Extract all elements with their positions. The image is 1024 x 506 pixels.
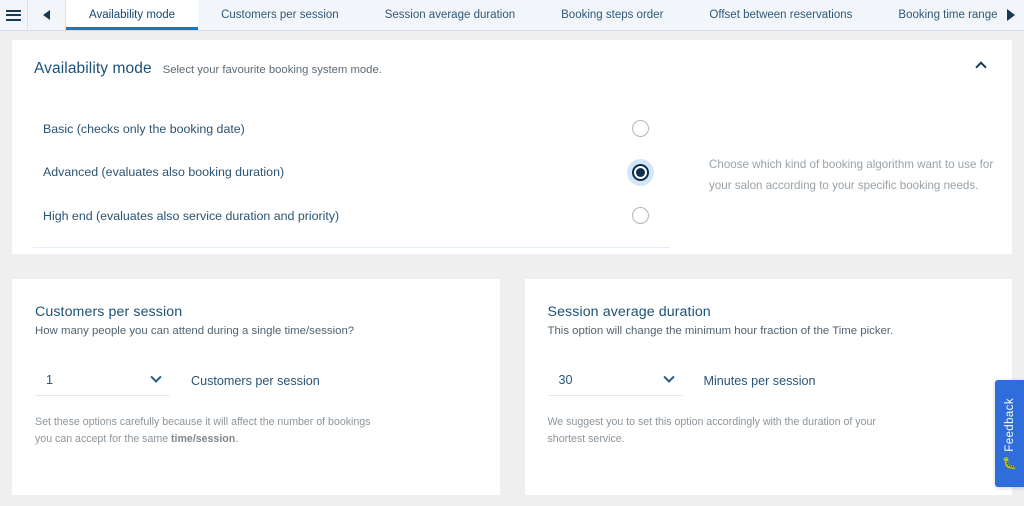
- tab-label: Session average duration: [384, 9, 516, 21]
- scroll-tabs-right-button[interactable]: [998, 0, 1024, 30]
- customers-per-session-card: Customers per session How many people yo…: [12, 279, 500, 495]
- session-average-duration-title: Session average duration: [547, 304, 711, 320]
- select-value: 1: [46, 373, 54, 387]
- option-label-advanced: Advanced (evaluates also booking duratio…: [43, 165, 285, 180]
- top-tab-bar: Availability mode Customers per session …: [0, 0, 1024, 31]
- tab-booking-time-range[interactable]: Booking time range: [875, 0, 998, 30]
- option-label-high-end: High end (evaluates also service duratio…: [43, 208, 340, 223]
- bug-icon: 🐛: [1002, 455, 1017, 470]
- hint-text-before: We suggest you to set this option accord…: [547, 416, 876, 445]
- menu-button[interactable]: [0, 0, 28, 30]
- session-average-duration-select[interactable]: 30: [547, 371, 683, 396]
- tab-customers-per-session[interactable]: Customers per session: [198, 0, 362, 30]
- scroll-tabs-left-button[interactable]: [28, 0, 66, 30]
- hamburger-icon: [6, 7, 21, 23]
- feedback-tab[interactable]: Feedback 🐛: [995, 380, 1024, 487]
- availability-mode-options: Basic (checks only the booking date) Adv…: [33, 107, 670, 248]
- chevron-down-icon: [662, 371, 675, 383]
- collapse-section-button[interactable]: [974, 58, 992, 74]
- session-average-duration-field-row: 30 Minutes per session: [547, 371, 985, 396]
- tab-label: Booking time range: [898, 9, 998, 21]
- session-average-duration-unit-label: Minutes per session: [703, 374, 816, 388]
- chevron-down-icon: [150, 371, 162, 383]
- radio-high-end[interactable]: [610, 207, 670, 225]
- availability-mode-header: Availability mode Select your favourite …: [12, 40, 1012, 78]
- session-average-duration-subtitle: This option will change the minimum hour…: [547, 325, 894, 337]
- chevron-right-icon: [1007, 9, 1015, 21]
- settings-card-grid: Customers per session How many people yo…: [12, 279, 1012, 495]
- tab-label: Offset between reservations: [709, 9, 853, 21]
- hint-text-bold: time/session: [171, 432, 236, 445]
- availability-mode-card: Availability mode Select your favourite …: [12, 40, 1012, 254]
- chevron-left-icon: [43, 10, 50, 20]
- hint-text-after: .: [235, 432, 239, 445]
- tab-offset-between-reservations[interactable]: Offset between reservations: [686, 0, 875, 30]
- customers-per-session-select[interactable]: 1: [35, 371, 170, 396]
- tab-label: Booking steps order: [561, 9, 664, 21]
- option-label-basic: Basic (checks only the booking date): [43, 121, 245, 136]
- customers-per-session-hint: Set these options carefully because it w…: [35, 414, 382, 448]
- tab-booking-steps-order[interactable]: Booking steps order: [538, 0, 686, 30]
- settings-page: Availability mode Select your favourite …: [0, 31, 1024, 506]
- option-row-advanced[interactable]: Advanced (evaluates also booking duratio…: [33, 151, 670, 195]
- radio-unchecked-icon: [631, 207, 649, 225]
- option-row-high-end[interactable]: High end (evaluates also service duratio…: [33, 194, 670, 238]
- radio-checked-icon: [631, 163, 649, 181]
- availability-mode-subtitle: Select your favourite booking system mod…: [162, 64, 382, 76]
- session-average-duration-card: Session average duration This option wil…: [524, 279, 1012, 495]
- availability-mode-description: Choose which kind of booking algorithm w…: [709, 158, 994, 193]
- session-average-duration-hint: We suggest you to set this option accord…: [548, 414, 895, 448]
- feedback-label: Feedback: [1003, 398, 1016, 452]
- customers-per-session-unit-label: Customers per session: [191, 374, 320, 388]
- tab-list: Availability mode Customers per session …: [66, 0, 998, 30]
- tab-label: Customers per session: [221, 9, 339, 21]
- customers-per-session-subtitle: How many people you can attend during a …: [35, 325, 355, 337]
- radio-unchecked-icon: [631, 120, 649, 138]
- tab-availability-mode[interactable]: Availability mode: [66, 0, 199, 30]
- chevron-up-icon: [975, 61, 987, 73]
- option-row-basic[interactable]: Basic (checks only the booking date): [33, 107, 670, 151]
- tab-label: Availability mode: [89, 9, 176, 21]
- radio-basic[interactable]: [610, 120, 670, 138]
- radio-advanced[interactable]: [610, 163, 670, 181]
- customers-per-session-field-row: 1 Customers per session: [35, 371, 472, 396]
- tab-session-average-duration[interactable]: Session average duration: [362, 0, 538, 30]
- select-value: 30: [558, 373, 573, 387]
- customers-per-session-title: Customers per session: [35, 304, 183, 320]
- page-title: Availability mode: [34, 60, 152, 77]
